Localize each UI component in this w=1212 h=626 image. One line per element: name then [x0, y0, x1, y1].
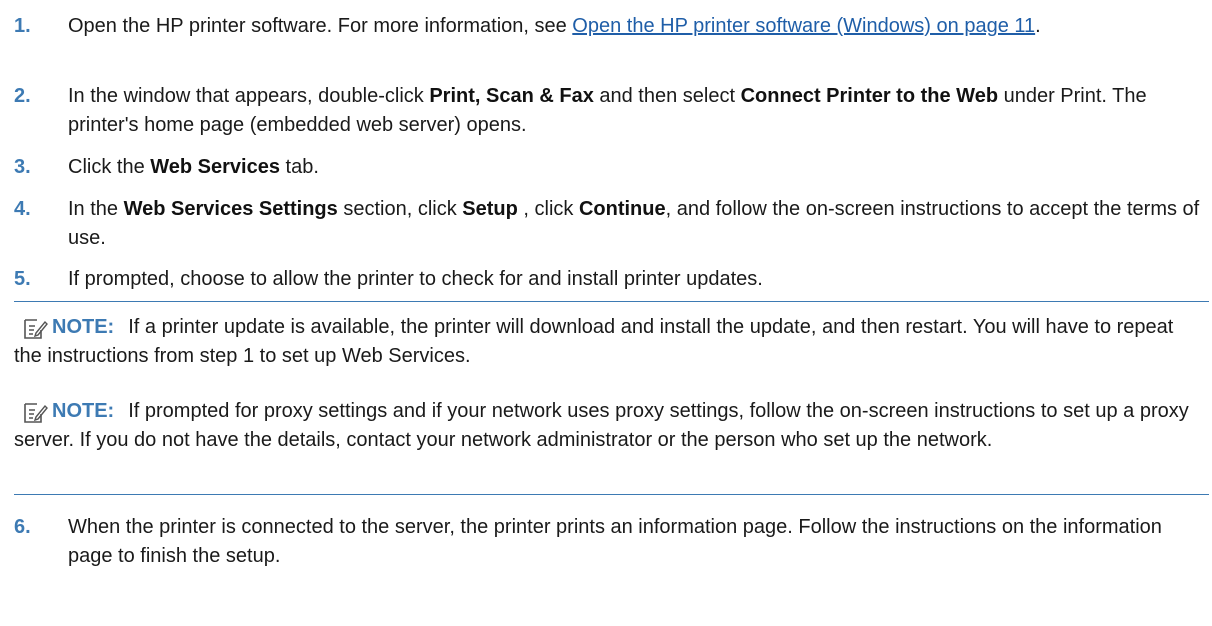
step-number: 6. — [14, 516, 31, 538]
step-text: Open the HP printer software. For more i… — [68, 15, 1041, 37]
step-5: 5. If prompted, choose to allow the prin… — [0, 265, 1204, 294]
note-1: NOTE: If a printer update is available, t… — [14, 313, 1200, 371]
note-pencil-icon — [24, 403, 48, 423]
note-2: NOTE: If prompted for proxy settings and … — [14, 397, 1200, 455]
step-text: In the window that appears, double-click… — [68, 85, 1147, 136]
step-1: 1. Open the HP printer software. For mor… — [0, 12, 1204, 41]
note-text: If a printer update is available, the pr… — [14, 316, 1174, 367]
note-label: NOTE: — [52, 316, 115, 338]
note-divider — [14, 494, 1209, 495]
step-text: When the printer is connected to the ser… — [68, 516, 1162, 567]
step-number: 2. — [14, 85, 31, 107]
note-text: If prompted for proxy settings and if yo… — [14, 400, 1189, 451]
step-text: In the Web Services Settings section, cl… — [68, 198, 1200, 249]
page-link[interactable]: Open the HP printer software (Windows) o… — [572, 15, 1035, 37]
step-2: 2. In the window that appears, double-cl… — [0, 82, 1204, 140]
step-4: 4. In the Web Services Settings section,… — [0, 195, 1204, 253]
step-3: 3. Click the Web Services tab. — [0, 153, 1204, 182]
note-divider — [14, 301, 1209, 302]
step-number: 5. — [14, 268, 31, 290]
note-pencil-icon — [24, 319, 48, 339]
step-text: If prompted, choose to allow the printer… — [68, 268, 763, 290]
step-text: Click the Web Services tab. — [68, 156, 319, 178]
step-number: 1. — [14, 15, 31, 37]
note-label: NOTE: — [52, 400, 115, 422]
step-number: 3. — [14, 156, 31, 178]
step-6: 6. When the printer is connected to the … — [0, 513, 1204, 571]
step-number: 4. — [14, 198, 31, 220]
